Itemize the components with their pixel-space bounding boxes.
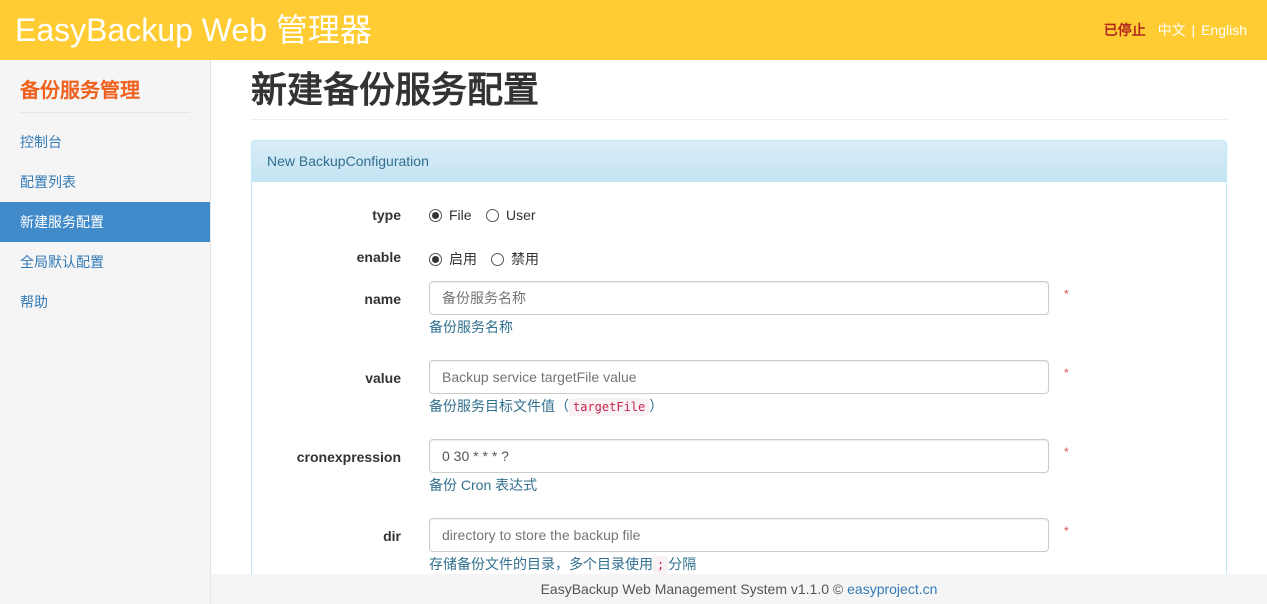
enable-on-radio[interactable]: 启用 [429,249,477,269]
panel-heading: New BackupConfiguration [252,141,1226,182]
name-input[interactable] [429,281,1049,315]
value-label: value [365,370,401,386]
enable-off-label: 禁用 [511,251,539,267]
sidebar-item-dashboard[interactable]: 控制台 [0,122,210,162]
value-help: 备份服务目标文件值（ targetFile） [429,396,663,416]
dir-help-code: ; [653,556,669,574]
sidebar-title: 备份服务管理 [20,78,190,113]
value-required-mark: * [1064,366,1069,380]
type-user-label: User [506,207,536,223]
lang-en-link[interactable]: English [1201,22,1247,38]
name-label: name [364,291,401,307]
name-required-mark: * [1064,287,1069,301]
service-status: 已停止 [1103,22,1146,38]
enable-off-radio[interactable]: 禁用 [491,249,539,269]
sidebar-item-global-defaults[interactable]: 全局默认配置 [0,242,210,282]
sidebar-item-new-config[interactable]: 新建服务配置 [0,202,210,242]
top-bar: EasyBackup Web 管理器 已停止 中文 | English [0,0,1267,60]
radio-checked-icon [429,208,442,222]
radio-unchecked-icon [486,208,499,222]
type-label: type [372,207,401,223]
value-help-prefix: 备份服务目标文件值（ [429,398,569,414]
dir-input[interactable] [429,518,1049,552]
type-file-label: File [449,207,472,223]
config-form-panel: New BackupConfiguration type File User e… [251,140,1227,604]
cron-input[interactable] [429,439,1049,473]
cron-required-mark: * [1064,445,1069,459]
enable-on-label: 启用 [449,251,477,267]
enable-label: enable [356,249,401,265]
dir-help: 存储备份文件的目录，多个目录使用; 分隔 [429,554,696,574]
dir-label: dir [383,528,401,544]
name-help: 备份服务名称 [429,319,513,335]
type-file-radio[interactable]: File [429,207,472,223]
value-input[interactable] [429,360,1049,394]
footer-text: EasyBackup Web Management System v1.1.0 … [540,581,844,597]
dir-required-mark: * [1064,524,1069,538]
sidebar: 备份服务管理 控制台 配置列表 新建服务配置 全局默认配置 帮助 [0,60,211,604]
radio-checked-icon [429,252,442,266]
dir-help-prefix: 存储备份文件的目录，多个目录使用 [429,556,653,572]
footer-link[interactable]: easyproject.cn [847,581,937,597]
radio-unchecked-icon [491,252,504,266]
type-user-radio[interactable]: User [486,207,536,223]
lang-zh-link[interactable]: 中文 [1158,22,1186,38]
cron-label: cronexpression [296,449,401,465]
footer: EasyBackup Web Management System v1.1.0 … [211,574,1267,604]
value-help-suffix: ） [649,398,664,414]
cron-help: 备份 Cron 表达式 [429,477,538,493]
title-divider [251,119,1227,120]
lang-separator: | [1191,22,1196,38]
top-right-controls: 已停止 中文 | English [1104,22,1247,38]
page-title: 新建备份服务配置 [251,69,540,110]
sidebar-nav: 控制台 配置列表 新建服务配置 全局默认配置 帮助 [0,122,210,322]
value-help-code: targetFile [569,398,650,416]
dir-help-suffix: 分隔 [668,556,697,572]
app-title[interactable]: EasyBackup Web 管理器 [15,12,372,48]
sidebar-item-config-list[interactable]: 配置列表 [0,162,210,202]
sidebar-item-help[interactable]: 帮助 [0,282,210,322]
